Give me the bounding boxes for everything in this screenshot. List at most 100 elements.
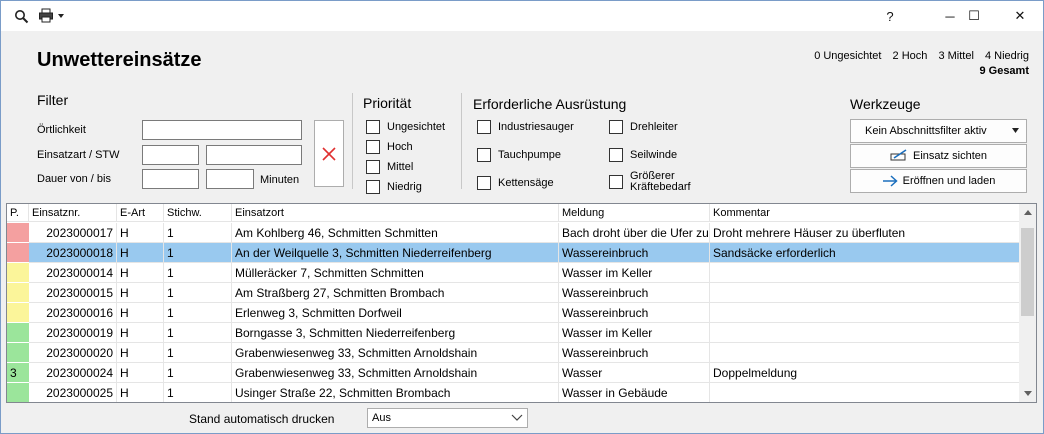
cell-kommentar: Sandsäcke erforderlich [710,243,1021,263]
cell-ort: Borngasse 3, Schmitten Niederreifenberg [232,323,559,343]
separator [461,93,462,189]
cell-stichw: 1 [164,383,232,402]
cell-nr: 2023000014 [29,263,117,283]
table-row[interactable]: 2023000014 H 1 Mülleräcker 7, Schmitten Sch… [7,263,1021,283]
cell-meldung: Wassereinbruch [559,243,710,263]
stat-medium: 3 Mittel [938,50,974,62]
priority-low-checkbox[interactable]: Niedrig [366,180,422,194]
cell-kommentar: Droht mehrere Häuser zu überfluten [710,223,1021,243]
vertical-scrollbar[interactable] [1019,204,1036,402]
col-header-stichw[interactable]: Stichw. [164,204,232,222]
priority-indicator [7,303,29,323]
equipment-chainsaw-checkbox[interactable]: Kettensäge [477,176,554,190]
table-row[interactable]: 2023000025 H 1 Usinger Straße 22, Schmitten… [7,383,1021,402]
cell-nr: 2023000020 [29,343,117,363]
open-and-load-button[interactable]: Eröffnen und laden [850,169,1027,193]
equipment-vacuum-checkbox[interactable]: Industriesauger [477,120,574,134]
priority-heading: Priorität [363,95,412,111]
cell-stichw: 1 [164,323,232,343]
print-menu-icon[interactable] [37,7,67,25]
table-row[interactable]: 2023000016 H 1 Erlenweg 3, Schmitten Dorfwe… [7,303,1021,323]
duration-to-input[interactable] [206,169,254,189]
cell-art: H [117,263,164,283]
cell-ort: An der Weilquelle 3, Schmitten Niederrei… [232,243,559,263]
location-label: Örtlichkeit [37,124,86,136]
col-header-prio[interactable]: P. [7,204,29,222]
cell-art: H [117,223,164,243]
cell-kommentar [710,383,1021,402]
equipment-heading: Erforderliche Ausrüstung [473,96,627,112]
cell-nr: 2023000019 [29,323,117,343]
cell-kommentar: Doppelmeldung [710,363,1021,383]
duration-label: Dauer von / bis [37,173,111,185]
cell-kommentar [710,303,1021,323]
cell-stichw: 1 [164,223,232,243]
scrollbar-thumb[interactable] [1021,228,1034,316]
cell-art: H [117,283,164,303]
equipment-pump-checkbox[interactable]: Tauchpumpe [477,148,561,162]
col-header-art[interactable]: E-Art [117,204,164,222]
maximize-button[interactable]: ☐ [951,1,997,31]
type-label: Einsatzart / STW [37,149,120,161]
priority-indicator [7,343,29,363]
close-icon [322,146,336,161]
priority-high-checkbox[interactable]: Hoch [366,140,413,154]
cell-ort: Grabenwiesenweg 33, Schmitten Arnoldshai… [232,343,559,363]
cell-ort: Erlenweg 3, Schmitten Dorfweil [232,303,559,323]
section-filter-dropdown[interactable]: Kein Abschnittsfilter aktiv [850,119,1027,143]
table-row[interactable]: 3 2023000024 H 1 Grabenwiesenweg 33, Schmitt… [7,363,1021,383]
col-header-ort[interactable]: Einsatzort [232,204,559,222]
priority-indicator: 3 [7,363,29,383]
tools-heading: Werkzeuge [850,96,921,112]
view-incident-button[interactable]: Einsatz sichten [850,144,1027,168]
cell-meldung: Wasser im Keller [559,323,710,343]
cell-nr: 2023000015 [29,283,117,303]
help-button[interactable]: ? [867,1,913,31]
cell-ort: Am Kohlberg 46, Schmitten Schmitten [232,223,559,243]
cell-meldung: Wassereinbruch [559,283,710,303]
cell-art: H [117,363,164,383]
equipment-winch-checkbox[interactable]: Seilwinde [609,148,677,162]
stat-low: 4 Niedrig [984,50,1029,62]
priority-unseen-checkbox[interactable]: Ungesichtet [366,120,445,134]
separator [352,93,353,189]
priority-indicator [7,323,29,343]
table-row[interactable]: 2023000019 H 1 Borngasse 3, Schmitten Niede… [7,323,1021,343]
cell-stichw: 1 [164,283,232,303]
location-input[interactable] [142,120,302,140]
page-title: Unwettereinsätze [37,49,202,71]
col-header-meldung[interactable]: Meldung [559,204,710,222]
cell-art: H [117,343,164,363]
duration-from-input[interactable] [142,169,199,189]
autoprint-dropdown[interactable]: Aus [367,408,528,428]
cell-meldung: Wassereinbruch [559,343,710,363]
priority-indicator [7,383,29,402]
equipment-force-checkbox[interactable]: Größerer Kräftebedarf [609,171,691,193]
priority-medium-checkbox[interactable]: Mittel [366,160,413,174]
equipment-ladder-checkbox[interactable]: Drehleiter [609,120,678,134]
table-row[interactable]: 2023000018 H 1 An der Weilquelle 3, Schmitt… [7,243,1021,263]
scroll-up-icon[interactable] [1019,204,1036,221]
table-row[interactable]: 2023000020 H 1 Grabenwiesenweg 33, Schmitte… [7,343,1021,363]
col-header-kommentar[interactable]: Kommentar [710,204,1021,222]
clear-filter-button[interactable] [314,120,344,187]
scroll-down-icon[interactable] [1019,385,1036,402]
search-icon[interactable] [13,7,29,25]
cell-stichw: 1 [164,243,232,263]
close-button[interactable]: ✕ [997,1,1043,31]
table-row[interactable]: 2023000017 H 1 Am Kohlberg 46, Schmitten Sc… [7,223,1021,243]
cell-meldung: Bach droht über die Ufer zu [559,223,710,243]
stat-unseen: 0 Ungesichtet [814,50,882,62]
cell-meldung: Wassereinbruch [559,303,710,323]
stw-input[interactable] [206,145,302,165]
cell-meldung: Wasser in Gebäude [559,383,710,402]
table-row[interactable]: 2023000015 H 1 Am Straßberg 27, Schmitten B… [7,283,1021,303]
col-header-nr[interactable]: Einsatznr. [29,204,117,222]
cell-nr: 2023000024 [29,363,117,383]
application-window: ? ─ ☐ ✕ Unwettereinsätze 0 Ungesichtet 2… [0,0,1044,434]
priority-indicator [7,243,29,263]
type-input[interactable] [142,145,199,165]
priority-indicator [7,263,29,283]
cell-ort: Mülleräcker 7, Schmitten Schmitten [232,263,559,283]
minutes-label: Minuten [260,174,300,186]
